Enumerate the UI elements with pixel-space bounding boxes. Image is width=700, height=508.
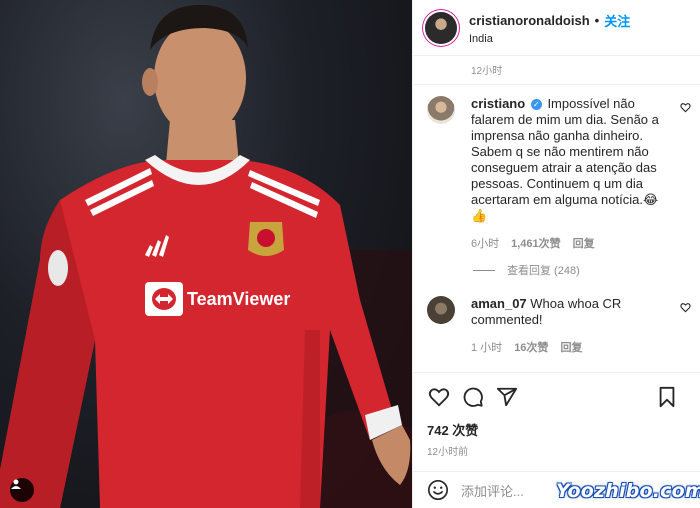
reply-button[interactable]: 回复 (573, 236, 595, 252)
comment-meta: 1 小时 16次赞 回复 (471, 340, 661, 356)
view-replies-label: 查看回复 (248) (507, 265, 580, 277)
commenter-username[interactable]: cristiano (471, 96, 525, 111)
caption-time: 12小时 (471, 66, 503, 77)
comment-time: 6小时 (471, 238, 500, 250)
action-bar (413, 372, 700, 420)
heart-icon[interactable] (680, 302, 691, 313)
save-button[interactable] (655, 385, 679, 409)
heart-icon[interactable] (680, 102, 691, 113)
commenter-avatar[interactable] (427, 296, 455, 324)
post-likes-count[interactable]: 742 次赞 (427, 420, 478, 439)
separator-dot: • (594, 12, 600, 28)
heart-icon (428, 387, 450, 407)
comment-text: Impossível não falarem de mim um dia. Se… (471, 96, 659, 223)
author-avatar[interactable] (425, 11, 457, 44)
post-timestamp: 12小时前 (427, 447, 469, 458)
author-username[interactable]: cristianoronaldoish (469, 13, 590, 28)
share-icon (496, 387, 518, 406)
comment-content: cristiano ✓ Impossível não falarem de mi… (471, 96, 661, 224)
post-location[interactable]: India (469, 33, 630, 45)
view-replies-button[interactable]: 查看回复 (248) (473, 262, 580, 278)
tag-user-button[interactable] (10, 478, 34, 502)
comment-item: cristiano ✓ Impossível não falarem de mi… (427, 96, 693, 252)
verified-icon: ✓ (530, 99, 542, 110)
post-details-panel: cristianoronaldoish • 关注 India 12小时 cris… (412, 0, 700, 508)
comment-input[interactable]: 添加评论... (461, 481, 524, 500)
post-header: cristianoronaldoish • 关注 India (413, 0, 700, 56)
commenter-username[interactable]: aman_07 (471, 296, 527, 311)
reply-button[interactable]: 回复 (560, 340, 582, 356)
comment-likes[interactable]: 16次赞 (514, 340, 548, 356)
comment-meta: 6小时 1,461次赞 回复 (471, 236, 661, 252)
share-button[interactable] (495, 385, 519, 409)
jersey-sponsor-text: TeamViewer (187, 289, 290, 309)
tag-user-icon (11, 479, 21, 489)
replies-line (473, 269, 495, 271)
post-photo[interactable]: TeamViewer (0, 0, 412, 508)
comment-item: aman_07 Whoa whoa CR commented! 1 小时 16次… (427, 296, 693, 356)
like-button[interactable] (427, 385, 451, 409)
comment-content: aman_07 Whoa whoa CR commented! (471, 296, 661, 328)
comment-button[interactable] (461, 385, 485, 409)
divider (413, 84, 700, 85)
emoji-icon[interactable] (427, 479, 449, 501)
comment-time: 1 小时 (471, 342, 503, 354)
comment-likes[interactable]: 1,461次赞 (511, 236, 561, 252)
site-watermark: Yoozhibo.com (556, 480, 700, 502)
bookmark-icon (659, 386, 675, 408)
player-illustration: TeamViewer (0, 5, 412, 508)
follow-button[interactable]: 关注 (604, 11, 630, 30)
commenter-avatar[interactable] (427, 96, 455, 124)
comment-icon (463, 387, 483, 407)
